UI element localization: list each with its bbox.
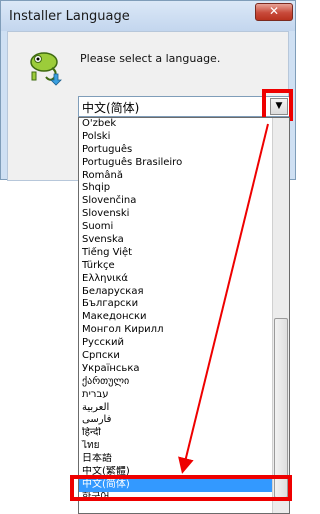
annotation-arrow bbox=[178, 123, 269, 474]
